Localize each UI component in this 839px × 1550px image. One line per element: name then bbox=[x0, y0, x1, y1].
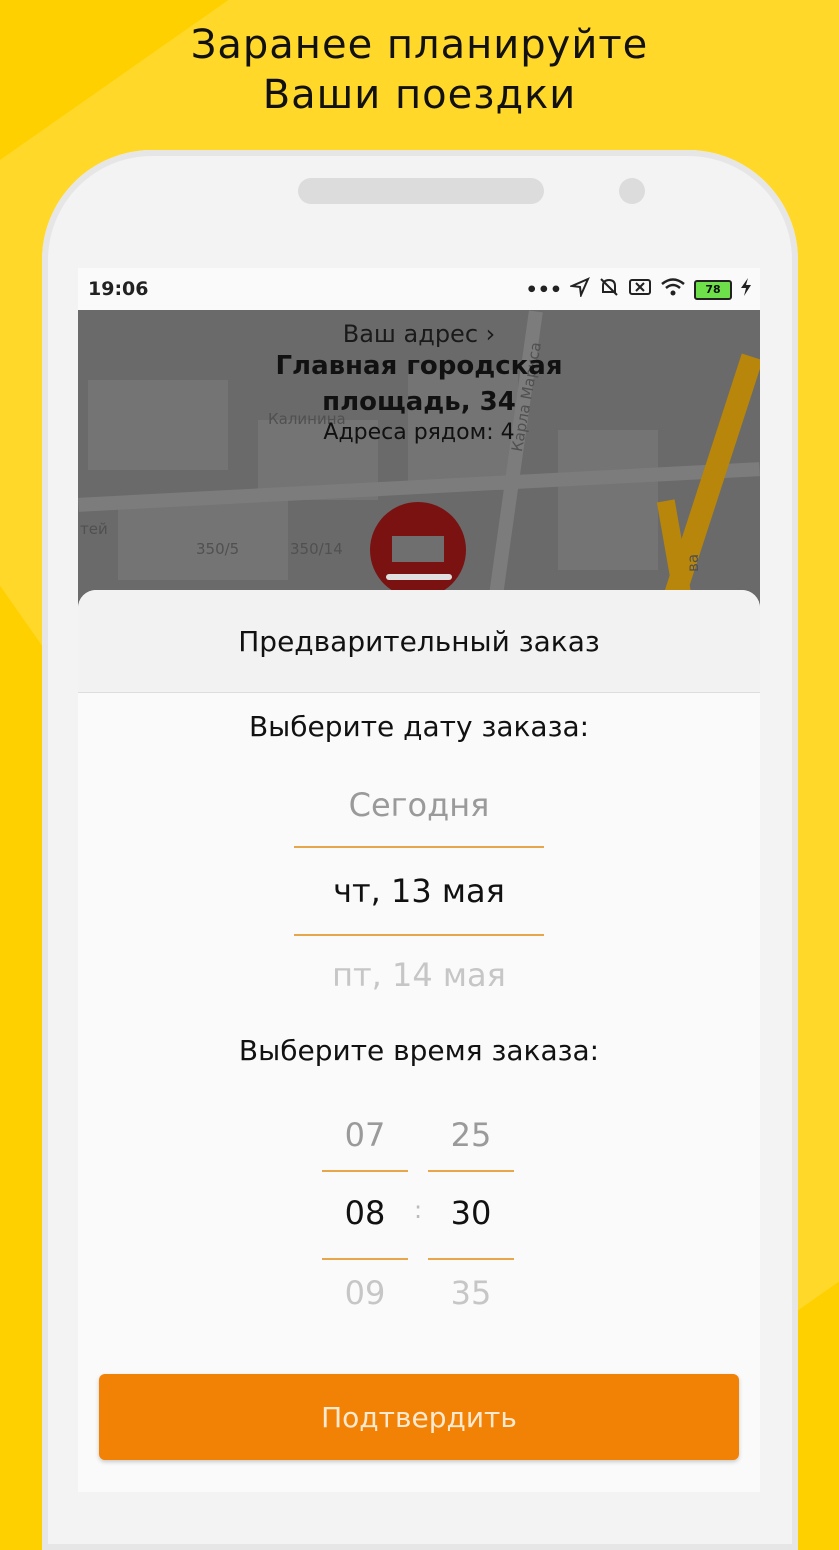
time-separator: : bbox=[413, 1196, 423, 1224]
date-option[interactable]: Сегодня bbox=[78, 786, 760, 824]
date-option-selected[interactable]: чт, 13 мая bbox=[78, 872, 760, 910]
map-view[interactable]: Калинина Карла Маркса тей 350/5 350/14 в… bbox=[78, 310, 760, 610]
street-label: ва bbox=[684, 553, 702, 572]
addresses-nearby[interactable]: Адреса рядом: 4 bbox=[78, 420, 760, 445]
hour-picker-line-bottom bbox=[322, 1258, 408, 1260]
street-label: тей bbox=[80, 520, 108, 538]
address-link[interactable]: Ваш адрес › bbox=[78, 320, 760, 348]
map-pin-icon bbox=[370, 502, 466, 598]
time-label: Выберите время заказа: bbox=[238, 1034, 600, 1067]
sim-off-icon bbox=[628, 278, 652, 301]
phone-speaker bbox=[298, 178, 544, 204]
minute-picker-line-bottom bbox=[428, 1258, 514, 1260]
street-label: 350/14 bbox=[290, 540, 343, 558]
location-arrow-icon bbox=[568, 277, 590, 302]
phone-camera bbox=[619, 178, 645, 204]
headline-line-2: Ваши поездки bbox=[262, 72, 577, 118]
wifi-icon bbox=[660, 277, 686, 302]
promo-headline: Заранее планируйте Ваши поездки bbox=[0, 20, 839, 120]
hour-option[interactable]: 07 bbox=[322, 1116, 408, 1154]
status-bar: 19:06 ••• 78 bbox=[78, 268, 760, 310]
status-time: 19:06 bbox=[88, 278, 149, 300]
hour-option-selected[interactable]: 08 bbox=[322, 1194, 408, 1232]
map-pin-inner bbox=[392, 536, 444, 562]
minute-picker-line-top bbox=[428, 1170, 514, 1172]
minute-option[interactable]: 25 bbox=[428, 1116, 514, 1154]
map-block bbox=[558, 430, 658, 570]
bell-off-icon bbox=[598, 276, 620, 303]
sheet-grabber[interactable] bbox=[386, 574, 452, 580]
address-overlay[interactable]: Ваш адрес › Главная городская площадь, 3… bbox=[78, 320, 760, 445]
dots-icon: ••• bbox=[525, 278, 562, 301]
headline-line-1: Заранее планируйте bbox=[190, 22, 649, 68]
address-main-line-2: площадь, 34 bbox=[322, 387, 516, 417]
preorder-sheet: Предварительный заказ Выберите дату зака… bbox=[78, 574, 760, 1492]
date-option[interactable]: пт, 14 мая bbox=[78, 956, 760, 994]
street-label: 350/5 bbox=[196, 540, 240, 558]
minute-option[interactable]: 35 bbox=[428, 1274, 514, 1312]
hour-picker-line-top bbox=[322, 1170, 408, 1172]
battery-icon: 78 bbox=[694, 279, 732, 300]
hour-option[interactable]: 09 bbox=[322, 1274, 408, 1312]
status-icons: ••• 78 bbox=[526, 276, 752, 303]
date-picker-line-top bbox=[294, 846, 544, 848]
phone-screen: 19:06 ••• 78 Калинина Карла Маркса тей 3… bbox=[78, 268, 760, 1492]
confirm-button[interactable]: Подтвердить bbox=[99, 1374, 739, 1460]
date-picker-line-bottom bbox=[294, 934, 544, 936]
minute-option-selected[interactable]: 30 bbox=[428, 1194, 514, 1232]
address-main-line-1: Главная городская bbox=[275, 351, 563, 381]
sheet-title: Предварительный заказ bbox=[78, 590, 760, 693]
date-label: Выберите дату заказа: bbox=[248, 710, 590, 743]
charging-icon bbox=[740, 277, 752, 302]
